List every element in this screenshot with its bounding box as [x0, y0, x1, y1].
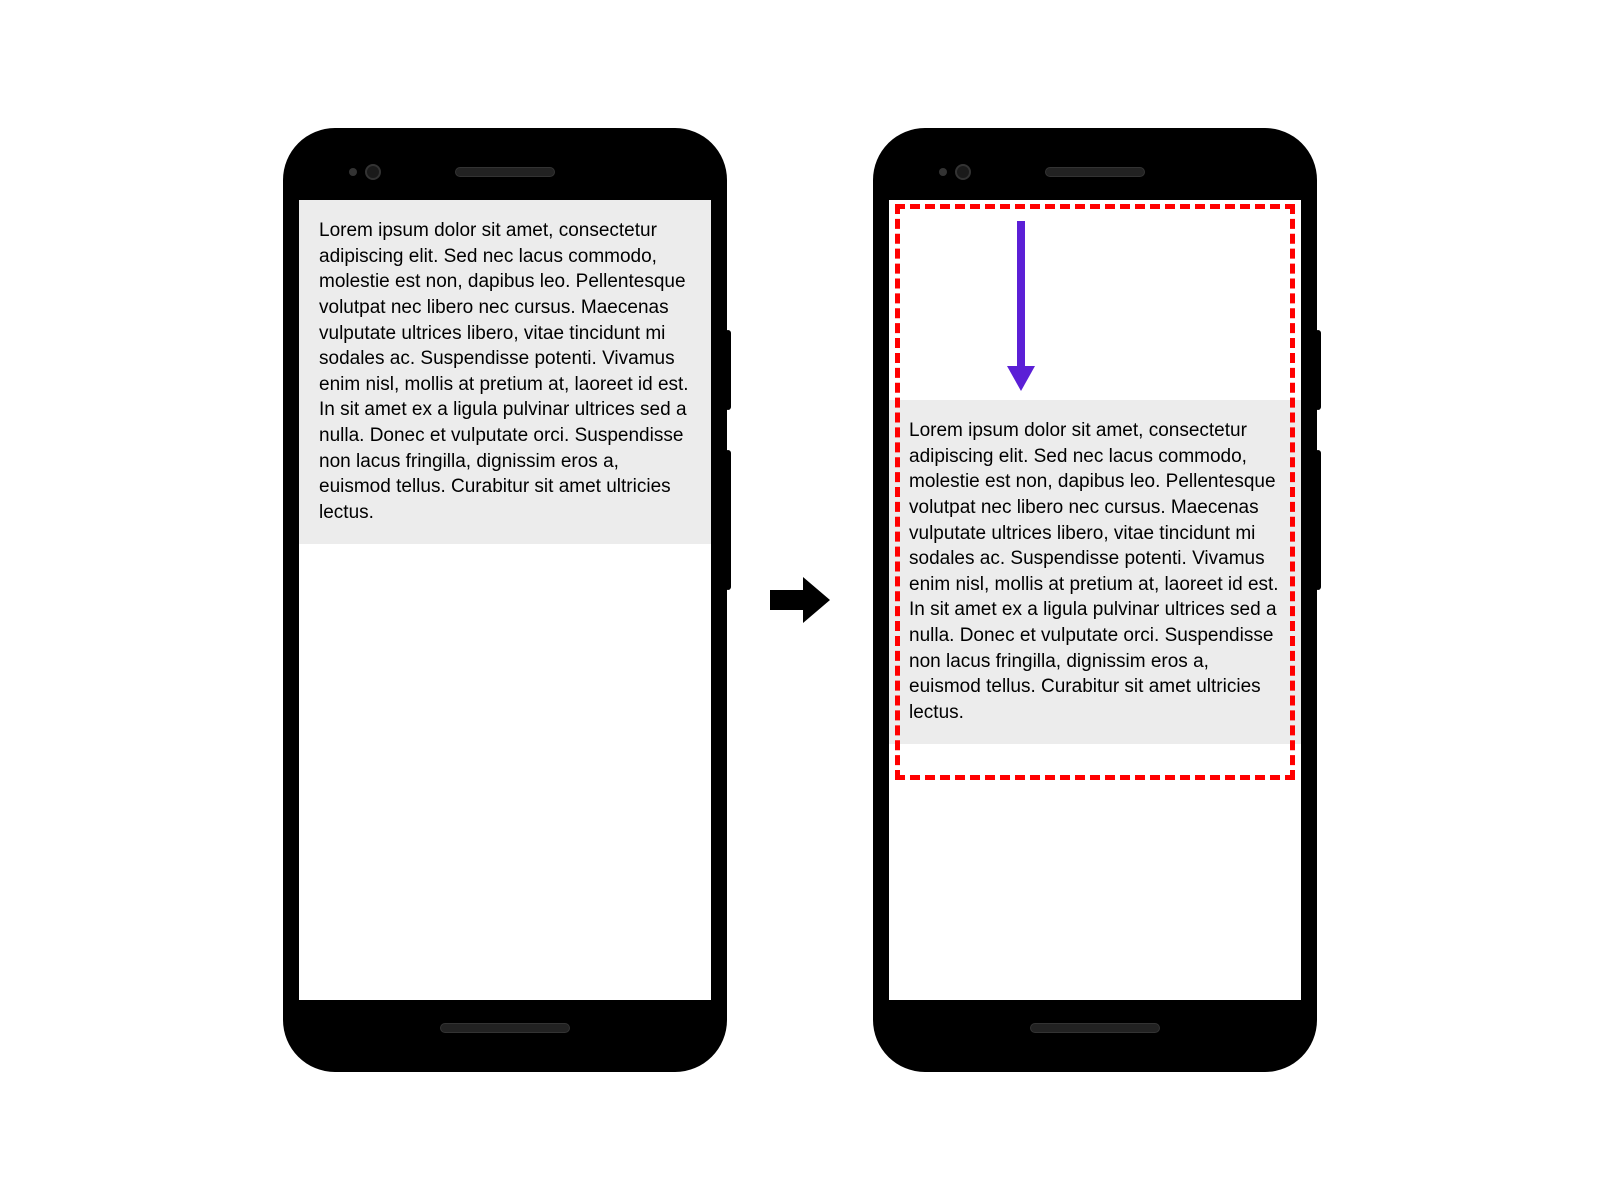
speaker-icon [455, 167, 555, 177]
content-text-block: Lorem ipsum dolor sit amet, consectetur … [889, 400, 1301, 744]
camera-cluster [349, 164, 381, 180]
navigation-bar [889, 1000, 1301, 1056]
status-bar [299, 144, 711, 200]
camera-icon [365, 164, 381, 180]
volume-button [725, 450, 731, 590]
sensor-icon [349, 168, 357, 176]
phone-before: Lorem ipsum dolor sit amet, consectetur … [285, 130, 725, 1070]
scroll-down-arrow-icon [1001, 216, 1041, 401]
nav-pill-icon [440, 1023, 570, 1033]
sensor-icon [939, 168, 947, 176]
camera-icon [955, 164, 971, 180]
content-text-block: Lorem ipsum dolor sit amet, consectetur … [299, 200, 711, 544]
speaker-icon [1045, 167, 1145, 177]
phone-after: Lorem ipsum dolor sit amet, consectetur … [875, 130, 1315, 1070]
camera-cluster [939, 164, 971, 180]
nav-pill-icon [1030, 1023, 1160, 1033]
navigation-bar [299, 1000, 711, 1056]
status-bar [889, 144, 1301, 200]
phone-frame: Lorem ipsum dolor sit amet, consectetur … [299, 144, 711, 1056]
screen-area: Lorem ipsum dolor sit amet, consectetur … [889, 200, 1301, 1000]
power-button [725, 330, 731, 410]
power-button [1315, 330, 1321, 410]
transition-arrow-icon [765, 565, 835, 635]
screen-area: Lorem ipsum dolor sit amet, consectetur … [299, 200, 711, 1000]
volume-button [1315, 450, 1321, 590]
phone-frame: Lorem ipsum dolor sit amet, consectetur … [889, 144, 1301, 1056]
